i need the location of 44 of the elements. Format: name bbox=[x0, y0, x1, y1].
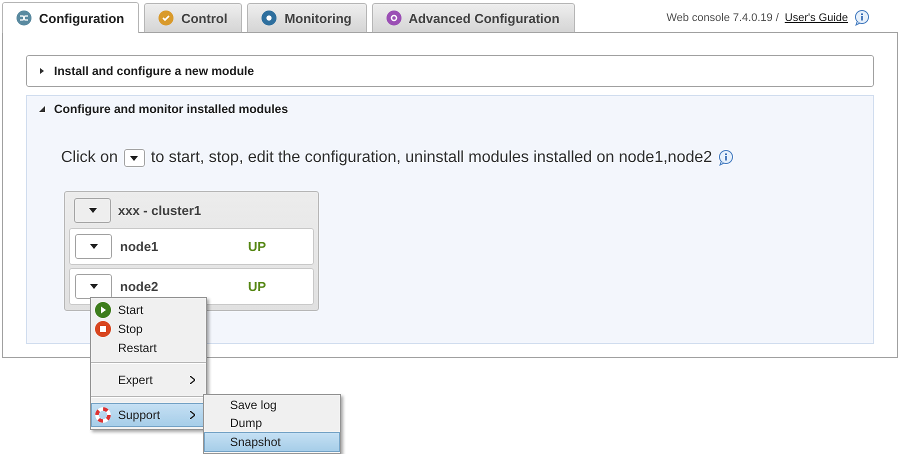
dropdown-button[interactable] bbox=[75, 274, 112, 299]
menu-item[interactable]: Stop bbox=[92, 319, 205, 338]
tab-icon bbox=[16, 10, 32, 26]
node-status: UP bbox=[248, 279, 266, 294]
menu-item[interactable]: Snapshot bbox=[204, 432, 340, 452]
section-title: Install and configure a new module bbox=[54, 64, 254, 78]
tab[interactable]: Control bbox=[144, 3, 242, 32]
cluster-name: xxx - cluster1 bbox=[118, 202, 202, 218]
tab[interactable]: Advanced Configuration bbox=[372, 3, 575, 32]
menu-item[interactable]: Dump bbox=[205, 414, 339, 432]
caret-icon bbox=[90, 284, 98, 289]
section-title: Configure and monitor installed modules bbox=[54, 102, 288, 116]
dropdown-button[interactable] bbox=[74, 198, 111, 222]
tab-icon bbox=[158, 10, 174, 26]
stop-icon bbox=[95, 320, 111, 336]
instruction-text: Click on bbox=[61, 149, 118, 167]
info-icon[interactable] bbox=[854, 10, 870, 26]
menu-item[interactable]: Start bbox=[92, 300, 205, 319]
node-name: node2 bbox=[120, 280, 160, 294]
tab-icon bbox=[386, 10, 402, 26]
instruction-text: to start, stop, edit the configuration, uninstall modules installed on node1,node2 bbox=[150, 149, 712, 167]
tab[interactable]: Configuration bbox=[2, 2, 140, 33]
section-header[interactable]: Install and configure a new module bbox=[26, 55, 874, 87]
menu-item[interactable]: Restart bbox=[92, 338, 205, 357]
expanded-icon bbox=[39, 106, 45, 112]
guide-link[interactable]: User's Guide bbox=[784, 12, 848, 24]
caret-icon bbox=[88, 208, 96, 212]
version-text: Web console 7.4.0.19 / bbox=[666, 12, 779, 24]
menu-item[interactable]: Expert bbox=[92, 369, 205, 391]
info-icon[interactable] bbox=[718, 150, 734, 166]
tab[interactable]: Monitoring bbox=[247, 3, 367, 32]
menu-item[interactable]: Support bbox=[91, 403, 206, 427]
menu-item[interactable]: Save log bbox=[205, 396, 339, 414]
section-header[interactable]: Configure and monitor installed modules bbox=[27, 96, 873, 122]
dropdown-button[interactable] bbox=[124, 149, 145, 167]
lifebuoy-icon bbox=[95, 407, 111, 423]
play-icon bbox=[95, 302, 111, 318]
dropdown-button[interactable] bbox=[75, 234, 112, 259]
tab-icon bbox=[261, 10, 278, 26]
node-name: node1 bbox=[120, 240, 160, 254]
node-status: UP bbox=[248, 239, 266, 254]
caret-icon bbox=[130, 156, 138, 160]
caret-icon bbox=[90, 244, 98, 249]
collapsed-icon bbox=[39, 68, 45, 74]
